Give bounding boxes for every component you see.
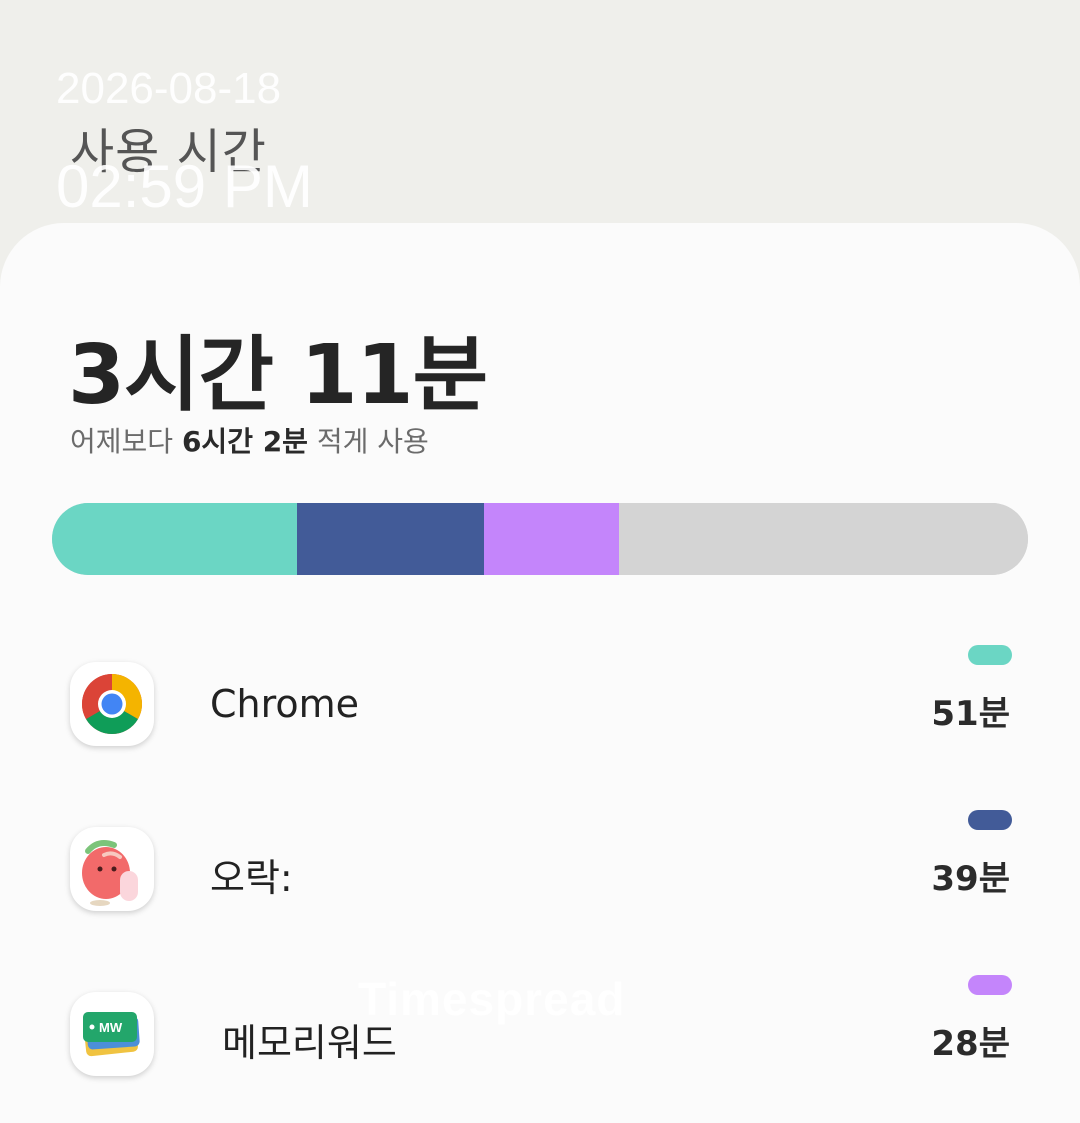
timestamp-date: 2026-08-18 <box>56 64 282 113</box>
app-name: Chrome <box>210 682 360 726</box>
total-usage-time: 3시간 11분 <box>68 328 488 423</box>
watermark-text: Timespread <box>358 973 626 1025</box>
app-usage-time: 51분 <box>931 694 1010 734</box>
usage-segment <box>484 503 619 575</box>
app-row-orak[interactable]: 오락: 39분 <box>0 805 1080 925</box>
app-row-chrome[interactable]: Chrome 51분 <box>0 640 1080 760</box>
orak-character-icon <box>70 827 154 911</box>
usage-segment <box>297 503 484 575</box>
memoryword-card-icon: MW <box>70 992 154 1076</box>
legend-swatch <box>968 975 1012 995</box>
app-usage-time: 39분 <box>931 859 1010 899</box>
comparison-suffix: 적게 사용 <box>307 425 429 458</box>
comparison-prefix: 어제보다 <box>70 425 182 458</box>
app-name: 오락: <box>210 856 293 900</box>
usage-segment-remainder <box>619 503 1028 575</box>
legend-swatch <box>968 645 1012 665</box>
timestamp-time: 02:59 PM <box>56 153 313 220</box>
app-usage-time: 28분 <box>931 1024 1010 1064</box>
chrome-icon <box>70 662 154 746</box>
memoryword-icon-text: MW <box>99 1020 123 1035</box>
legend-swatch <box>968 810 1012 830</box>
usage-comparison: 어제보다 6시간 2분 적게 사용 <box>70 420 429 460</box>
usage-bar <box>52 503 1028 575</box>
usage-segment <box>52 503 297 575</box>
comparison-value: 6시간 2분 <box>181 425 308 458</box>
